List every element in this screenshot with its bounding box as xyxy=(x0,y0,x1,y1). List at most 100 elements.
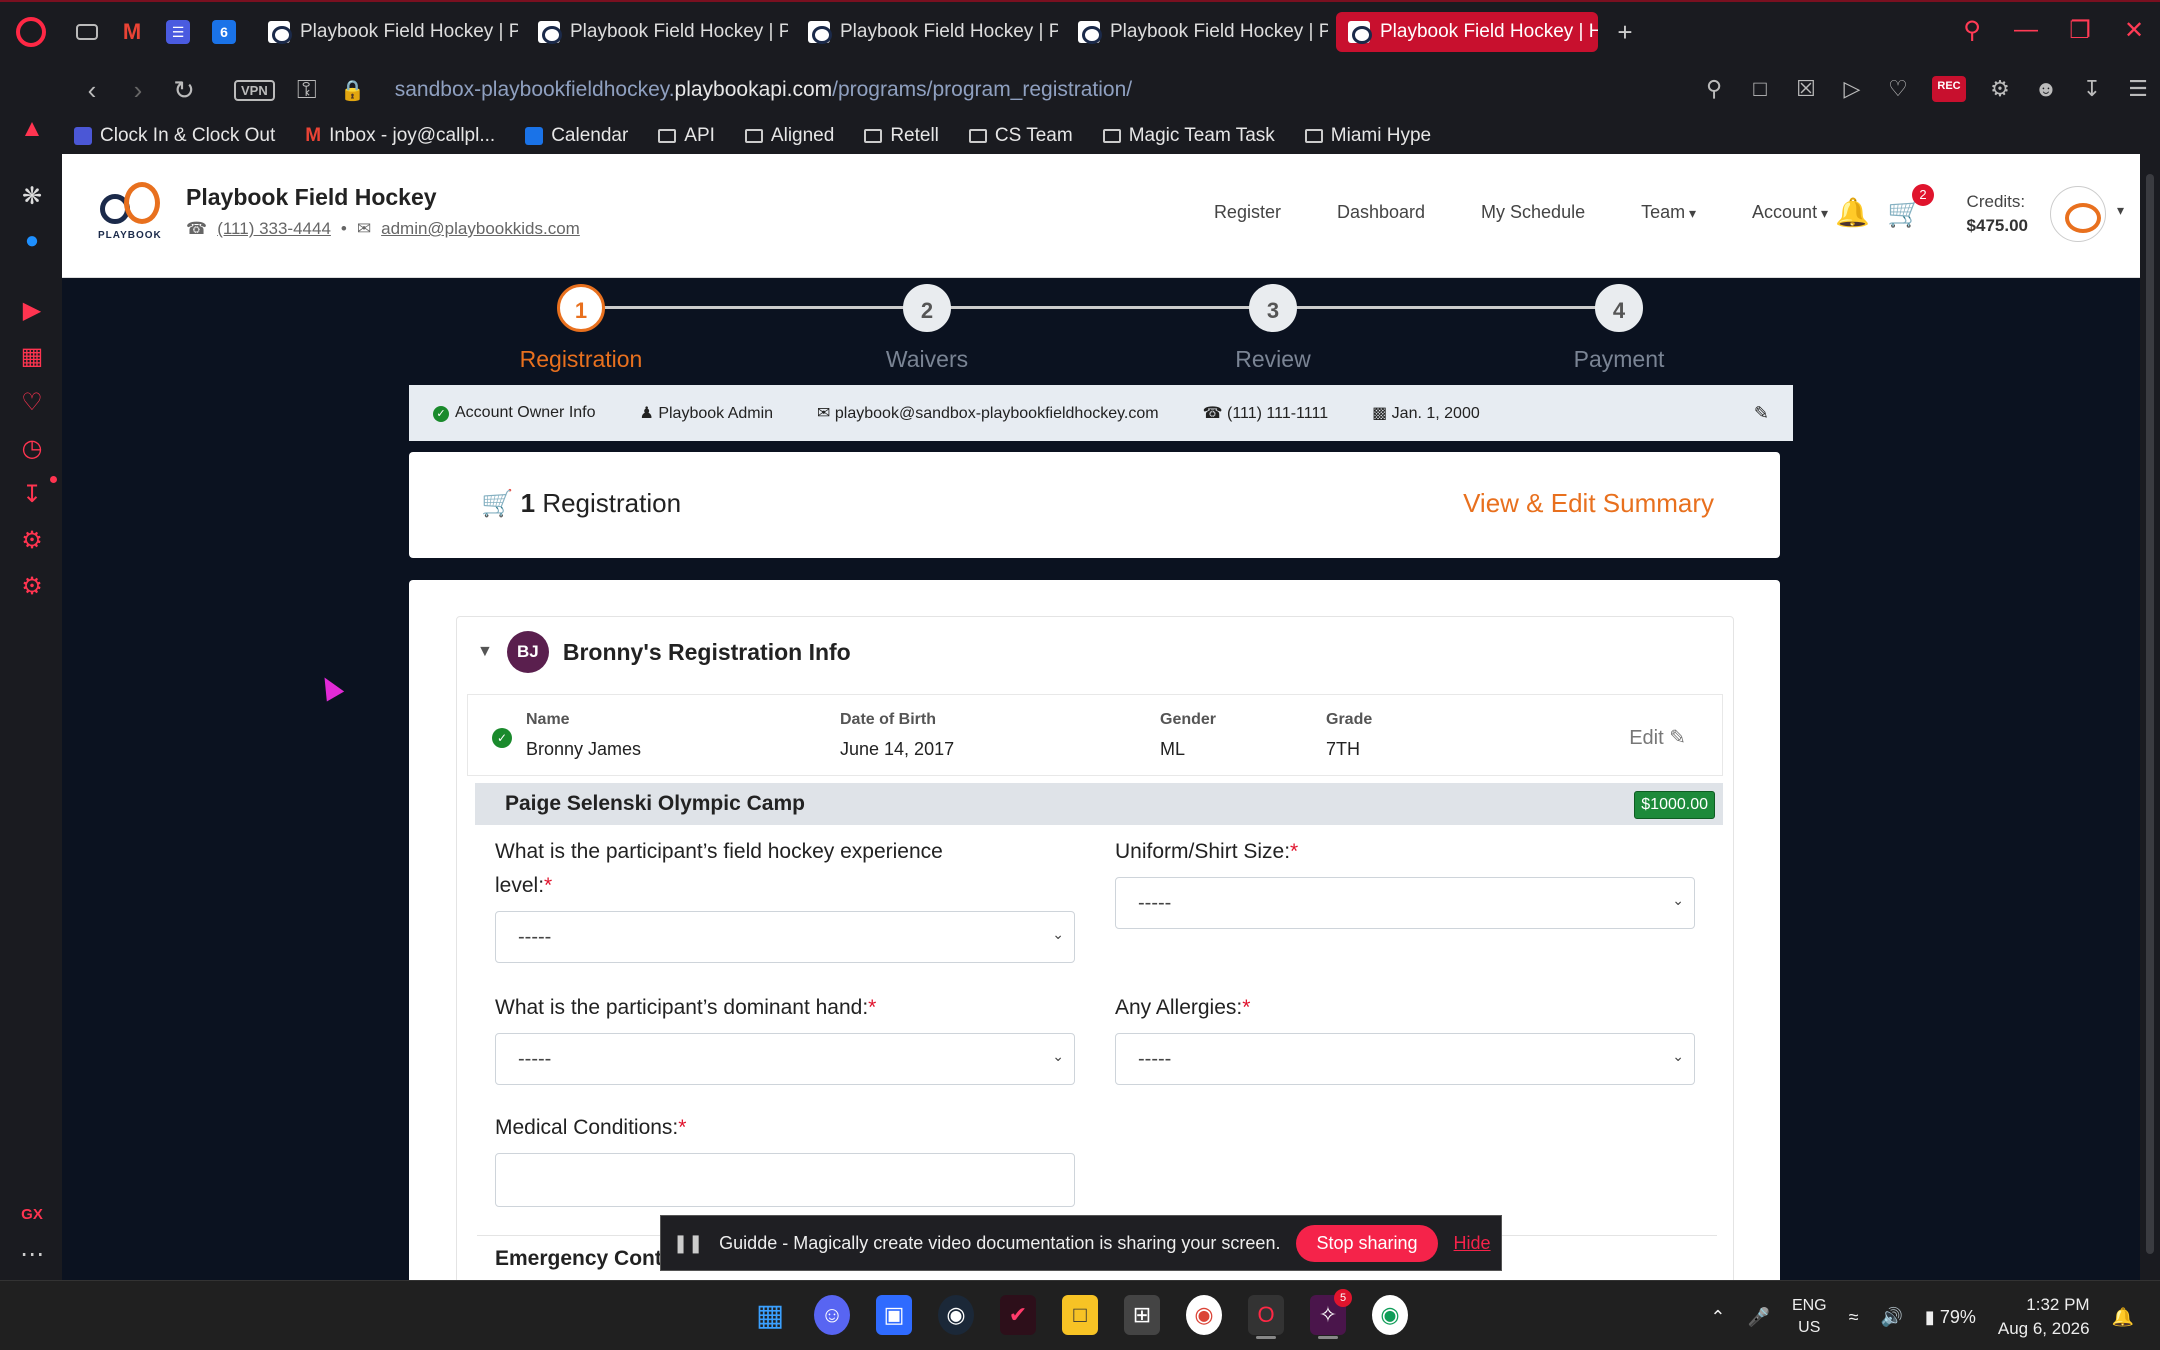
registration-info-header[interactable]: ▼ BJ Bronny's Registration Info xyxy=(477,631,851,673)
experience-select[interactable]: ----- ⌄ xyxy=(495,911,1075,963)
restore-button[interactable]: ❐ xyxy=(2068,16,2092,45)
aria-ai-icon[interactable]: ▲ xyxy=(19,116,45,142)
discord-icon[interactable]: ☺ xyxy=(814,1295,850,1335)
settings-gear-icon[interactable]: ⚙ xyxy=(19,574,45,600)
key-icon[interactable]: ⚿ xyxy=(289,74,325,106)
view-edit-summary-link[interactable]: View & Edit Summary xyxy=(1463,488,1714,519)
search-tabs-icon[interactable]: ⚲ xyxy=(1960,16,1984,45)
nav-my-schedule[interactable]: My Schedule xyxy=(1481,202,1585,223)
playbook-logo[interactable]: PLAYBOOK xyxy=(94,182,166,248)
address-bar[interactable]: sandbox-playbookfieldhockey.playbookapi.… xyxy=(395,78,1132,102)
tab-3[interactable]: Playbook Field Hockey | Pl xyxy=(796,12,1058,52)
allergies-select[interactable]: ----- ⌄ xyxy=(1115,1033,1695,1085)
calculator-icon[interactable]: ⊞ xyxy=(1124,1295,1160,1335)
profile-icon[interactable]: ☻ xyxy=(2034,76,2058,102)
favorites-heart-icon[interactable]: ♡ xyxy=(19,390,45,416)
pause-icon[interactable]: ❚❚ xyxy=(673,1233,703,1254)
page-scrollbar[interactable] xyxy=(2140,154,2160,1280)
calendar-app-icon[interactable]: 6 xyxy=(212,20,236,44)
collapse-triangle-icon[interactable]: ▼ xyxy=(477,643,493,661)
hide-share-bar-link[interactable]: Hide xyxy=(1454,1233,1491,1254)
tray-overflow-chevron-icon[interactable]: ⌃ xyxy=(1710,1307,1725,1328)
user-avatar[interactable] xyxy=(2050,186,2106,242)
shield-icon[interactable]: ☒ xyxy=(1794,76,1818,102)
sticky-notes-icon[interactable]: □ xyxy=(1062,1295,1098,1335)
lock-icon[interactable]: 🔒 xyxy=(335,78,371,103)
language-indicator[interactable]: ENG US xyxy=(1792,1295,1827,1339)
gmail-icon[interactable]: M xyxy=(120,19,144,44)
downloads-icon[interactable]: ↧ xyxy=(2080,76,2104,102)
history-clock-icon[interactable]: ◷ xyxy=(19,436,45,462)
nav-account-dropdown[interactable]: Account xyxy=(1752,202,1828,223)
nav-dashboard[interactable]: Dashboard xyxy=(1337,202,1425,223)
gaming-icon[interactable] xyxy=(76,24,98,40)
microphone-icon[interactable]: 🎤 xyxy=(1748,1307,1770,1328)
dominant-hand-select[interactable]: ----- ⌄ xyxy=(495,1033,1075,1085)
bookmark-clock-in[interactable]: Clock In & Clock Out xyxy=(74,125,275,147)
back-button[interactable]: ‹ xyxy=(74,75,110,106)
bookmark-retell[interactable]: Retell xyxy=(864,125,939,147)
bookmark-magic-team-task[interactable]: Magic Team Task xyxy=(1102,125,1275,147)
new-tab-button[interactable]: + xyxy=(1610,17,1640,47)
logo-six-icon xyxy=(124,182,160,224)
chrome-profile-icon[interactable]: ◉ xyxy=(1372,1295,1408,1335)
snapshot-icon[interactable]: □ xyxy=(1748,76,1772,102)
send-icon[interactable]: ▷ xyxy=(1840,76,1864,102)
wifi-icon[interactable]: ≈ xyxy=(1849,1307,1859,1328)
scrollbar-thumb[interactable] xyxy=(2146,174,2154,1254)
nav-register[interactable]: Register xyxy=(1214,202,1281,223)
bookmark-aligned[interactable]: Aligned xyxy=(744,125,834,147)
bookmark-calendar[interactable]: Calendar xyxy=(525,125,628,147)
speed-dial-icon[interactable]: ▦ xyxy=(19,344,45,370)
messenger-icon[interactable]: ● xyxy=(19,228,45,254)
extensions-puzzle-icon[interactable]: ⚙ xyxy=(19,528,45,554)
rec-extension-icon[interactable]: REC xyxy=(1932,76,1966,102)
vpn-badge[interactable]: VPN xyxy=(234,79,275,101)
notes-app-icon[interactable]: ▣ xyxy=(876,1295,912,1335)
nav-team-dropdown[interactable]: Team xyxy=(1641,202,1696,223)
battery-indicator[interactable]: ▮ 79% xyxy=(1925,1307,1976,1328)
bookmark-miami-hype[interactable]: Miami Hype xyxy=(1304,125,1431,147)
opera-menu-button[interactable] xyxy=(0,1,62,63)
menu-icon[interactable]: ☰ xyxy=(2126,76,2150,102)
more-icon[interactable]: ⋯ xyxy=(19,1242,45,1268)
downloads-icon[interactable]: ↧ xyxy=(19,482,45,508)
org-email-link[interactable]: admin@playbookkids.com xyxy=(381,219,580,239)
notifications-icon[interactable]: 🔔 xyxy=(2112,1307,2134,1328)
close-window-button[interactable]: ✕ xyxy=(2122,16,2146,45)
opera-gx-taskbar-icon[interactable]: O xyxy=(1248,1295,1284,1339)
screen-recorder-icon[interactable]: ✔ xyxy=(1000,1295,1036,1335)
pin-icon[interactable]: ⚲ xyxy=(1702,76,1726,102)
heart-icon[interactable]: ♡ xyxy=(1886,76,1910,102)
system-tray: ⌃ 🎤 ENG US ≈ 🔊 ▮ 79% 1:32 PM Aug 6, 2026 🔔 xyxy=(1710,1293,2134,1341)
chatgpt-icon[interactable]: ❋ xyxy=(19,184,45,210)
gx-label[interactable]: GX xyxy=(19,1202,45,1228)
bookmark-api[interactable]: API xyxy=(658,125,715,147)
reload-button[interactable]: ↻ xyxy=(166,75,202,106)
tasks-app-icon[interactable]: ☰ xyxy=(166,20,190,44)
windows-start-icon[interactable]: ▦ xyxy=(752,1295,788,1335)
clock[interactable]: 1:32 PM Aug 6, 2026 xyxy=(1998,1293,2090,1341)
chrome-icon[interactable]: ◉ xyxy=(1186,1295,1222,1335)
tab-5-active[interactable]: Playbook Field Hockey | Ho xyxy=(1336,12,1598,52)
chevron-down-icon[interactable]: ▾ xyxy=(2117,202,2124,219)
forward-button[interactable]: › xyxy=(120,75,156,106)
extensions-icon[interactable]: ⚙ xyxy=(1988,76,2012,102)
edit-owner-pencil-icon[interactable]: ✎ xyxy=(1754,403,1769,424)
tab-1[interactable]: Playbook Field Hockey | Pla xyxy=(256,12,518,52)
minimize-button[interactable]: — xyxy=(2014,16,2038,45)
steam-icon[interactable]: ◉ xyxy=(938,1295,974,1335)
bookmark-inbox[interactable]: M Inbox - joy@callpl... xyxy=(305,125,495,147)
uniform-size-select[interactable]: ----- ⌄ xyxy=(1115,877,1695,929)
player-icon[interactable]: ▶ xyxy=(19,298,45,324)
medical-conditions-input[interactable] xyxy=(495,1153,1075,1207)
slack-icon[interactable]: ✧ 5 xyxy=(1310,1289,1352,1339)
bookmark-cs-team[interactable]: CS Team xyxy=(968,125,1073,147)
tab-2[interactable]: Playbook Field Hockey | Pl xyxy=(526,12,788,52)
edit-participant-button[interactable]: Edit ✎ xyxy=(1629,725,1686,750)
stop-sharing-button[interactable]: Stop sharing xyxy=(1296,1224,1438,1262)
notifications-bell-icon[interactable]: 🔔 xyxy=(1835,196,1870,229)
tab-4[interactable]: Playbook Field Hockey | Pl xyxy=(1066,12,1328,52)
volume-icon[interactable]: 🔊 xyxy=(1881,1307,1903,1328)
org-phone-link[interactable]: (111) 333-4444 xyxy=(217,219,331,239)
